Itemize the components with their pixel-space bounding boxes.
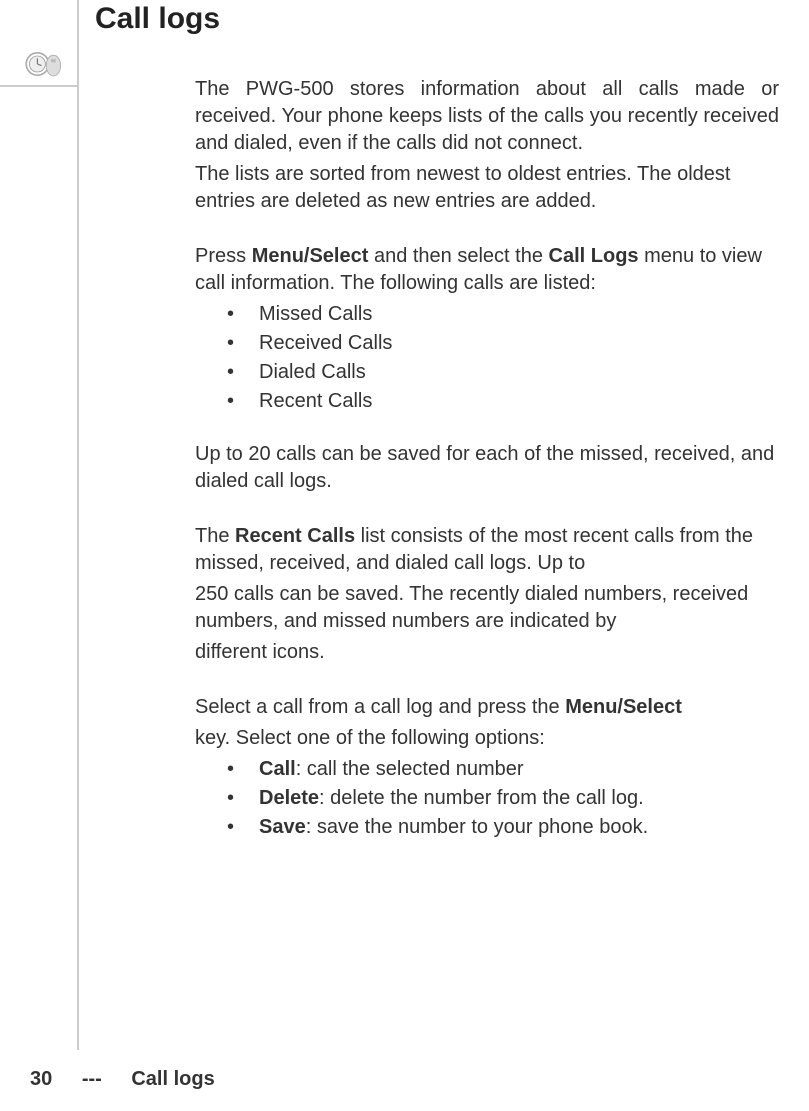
- call-types-list: Missed Calls Received Calls Dialed Calls…: [227, 301, 779, 415]
- list-item: Call: call the selected number: [227, 756, 779, 783]
- text: Press: [195, 245, 252, 267]
- clock-icon: [22, 48, 64, 80]
- margin-line-vertical: [77, 0, 79, 1050]
- list-item: Recent Calls: [227, 388, 779, 415]
- recent-calls-paragraph: The Recent Calls list consists of the mo…: [195, 523, 779, 577]
- options-list: Call: call the selected number Delete: d…: [227, 756, 779, 841]
- page-title: Call logs: [95, 2, 779, 36]
- body-text: The PWG-500 stores information about all…: [195, 76, 779, 841]
- page: Call logs The PWG-500 stores information…: [0, 0, 809, 1111]
- list-item: Save: save the number to your phone book…: [227, 814, 779, 841]
- page-footer: 30 --- Call logs: [30, 1068, 239, 1091]
- menu-select-label: Menu/Select: [565, 696, 682, 718]
- intro-paragraph-1: The PWG-500 stores information about all…: [195, 76, 779, 157]
- press-instruction: Press Menu/Select and then select the Ca…: [195, 243, 779, 297]
- upto-paragraph: Up to 20 calls can be saved for each of …: [195, 441, 779, 495]
- text: : save the number to your phone book.: [306, 816, 648, 838]
- option-call-label: Call: [259, 758, 296, 780]
- option-save-label: Save: [259, 816, 306, 838]
- text: : delete the number from the call log.: [319, 787, 644, 809]
- text: : call the selected number: [296, 758, 524, 780]
- menu-select-label: Menu/Select: [252, 245, 369, 267]
- intro-paragraph-2: The lists are sorted from newest to olde…: [195, 161, 779, 215]
- margin-line-horizontal: [0, 85, 77, 87]
- list-item: Dialed Calls: [227, 359, 779, 386]
- recent-calls-label: Recent Calls: [235, 525, 355, 547]
- footer-section-label: Call logs: [131, 1068, 214, 1090]
- select-instruction-line2: key. Select one of the following options…: [195, 725, 779, 752]
- list-item: Missed Calls: [227, 301, 779, 328]
- option-delete-label: Delete: [259, 787, 319, 809]
- recent-calls-line2: 250 calls can be saved. The recently dia…: [195, 581, 779, 635]
- text: Select a call from a call log and press …: [195, 696, 565, 718]
- footer-separator: ---: [82, 1068, 102, 1090]
- content-area: Call logs The PWG-500 stores information…: [95, 0, 779, 843]
- text: The: [195, 525, 235, 547]
- list-item: Received Calls: [227, 330, 779, 357]
- list-item: Delete: delete the number from the call …: [227, 785, 779, 812]
- call-logs-label: Call Logs: [549, 245, 639, 267]
- page-number: 30: [30, 1068, 52, 1090]
- select-instruction-line1: Select a call from a call log and press …: [195, 694, 779, 721]
- recent-calls-line3: different icons.: [195, 639, 779, 666]
- text: and then select the: [368, 245, 548, 267]
